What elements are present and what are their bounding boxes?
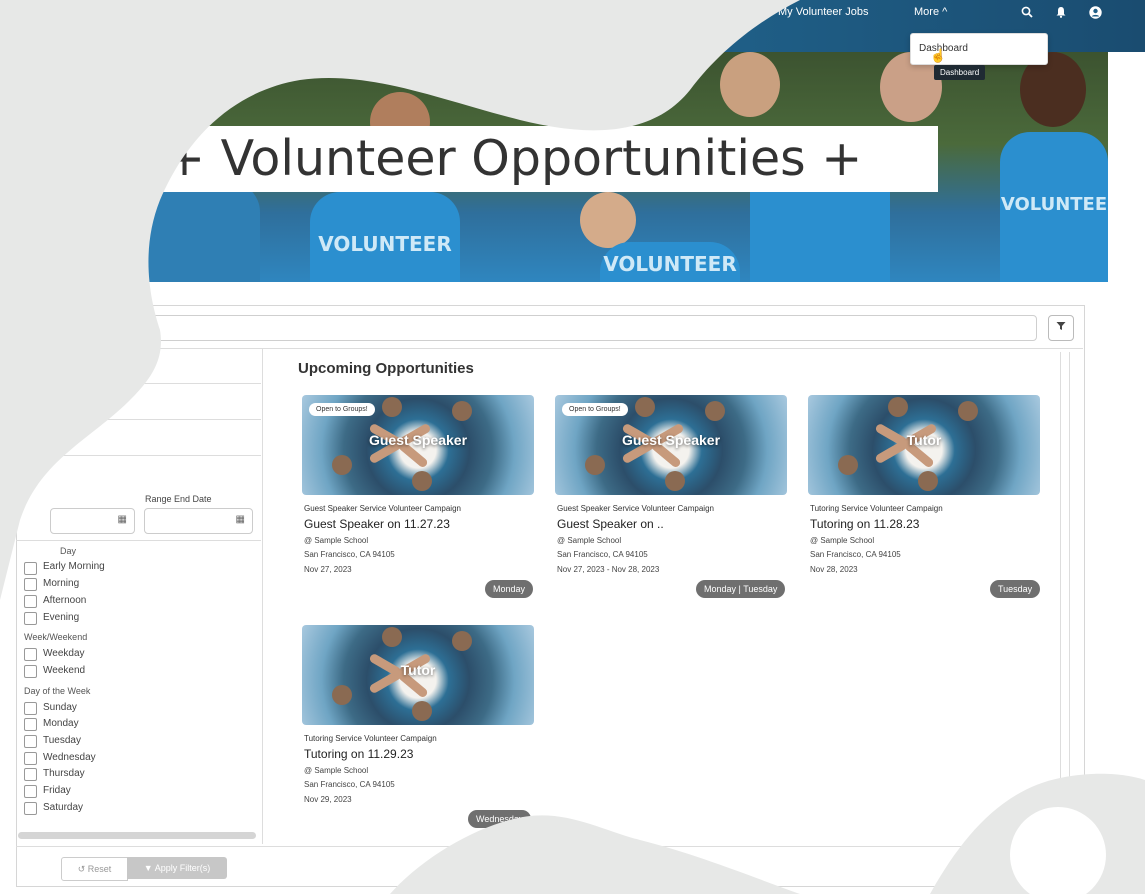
decorative-blob-overlay xyxy=(0,0,1145,894)
decorative-blob-left xyxy=(0,0,800,600)
decorative-blob-bottom xyxy=(390,815,800,894)
